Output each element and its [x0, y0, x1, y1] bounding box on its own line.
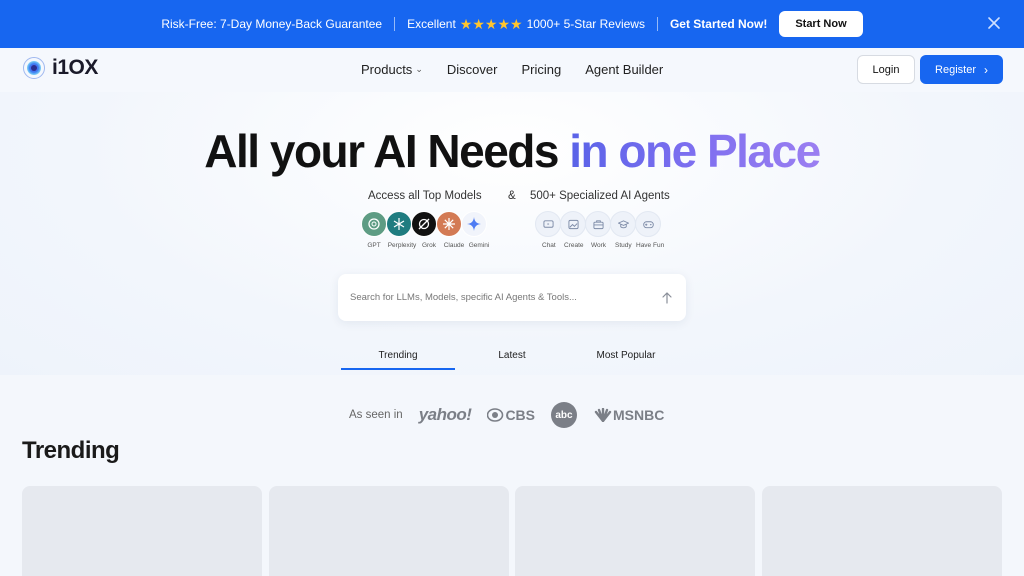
- trending-card[interactable]: [515, 486, 755, 576]
- register-label: Register: [935, 63, 976, 76]
- press-logos: As seen in yahoo! CBS abc MSNBC: [349, 402, 680, 428]
- logo[interactable]: i1OX: [22, 56, 98, 80]
- arrow-up-icon[interactable]: [660, 291, 674, 305]
- msnbc-logo: MSNBC: [593, 407, 664, 423]
- create-icon[interactable]: [560, 211, 586, 237]
- cbs-text: CBS: [505, 407, 535, 423]
- model-label: Grok: [421, 242, 437, 249]
- tab-most-popular[interactable]: Most Popular: [569, 350, 683, 370]
- divider: [394, 17, 396, 31]
- agent-label: Chat: [542, 242, 556, 249]
- search-input[interactable]: Search for LLMs, Models, specific AI Age…: [350, 292, 660, 303]
- guarantee-text: Risk-Free: 7-Day Money-Back Guarantee: [161, 17, 383, 31]
- msnbc-text: MSNBC: [613, 407, 665, 423]
- brand-name: i1OX: [52, 56, 98, 79]
- login-button[interactable]: Login: [857, 55, 915, 84]
- work-icon[interactable]: [585, 211, 611, 237]
- model-label: Gemini: [468, 242, 490, 249]
- abc-logo: abc: [551, 402, 577, 428]
- press-label: As seen in: [349, 409, 403, 421]
- nav-item-discover[interactable]: Discover: [447, 62, 498, 77]
- nav-item-label: Products: [361, 62, 413, 77]
- trending-card[interactable]: [22, 486, 262, 576]
- models-caption: Access all Top Models: [368, 190, 482, 202]
- study-icon[interactable]: [610, 211, 636, 237]
- top-nav: i1OX Products ⌄ Discover Pricing Agent B…: [0, 48, 1024, 92]
- trending-cards: [22, 486, 1008, 576]
- divider: [656, 17, 658, 31]
- register-button[interactable]: Register ›: [920, 55, 1003, 84]
- tab-trending[interactable]: Trending: [341, 350, 455, 370]
- cbs-logo: CBS: [487, 407, 535, 423]
- chevron-down-icon: ⌄: [415, 64, 423, 74]
- reviews-text: 1000+ 5-Star Reviews: [526, 17, 645, 31]
- agent-label: Create: [564, 242, 584, 249]
- peacock-icon: [594, 408, 612, 422]
- search-box[interactable]: Search for LLMs, Models, specific AI Age…: [338, 274, 686, 321]
- agent-label: Work: [591, 242, 607, 249]
- trending-card[interactable]: [268, 486, 509, 576]
- ampersand: &: [508, 190, 516, 202]
- model-icons: [361, 211, 487, 237]
- start-now-button[interactable]: Start Now: [779, 11, 863, 37]
- model-label: GPT: [367, 242, 381, 249]
- nav-item-pricing[interactable]: Pricing: [521, 62, 561, 77]
- excellent-text: Excellent: [407, 17, 456, 31]
- nav-item-products[interactable]: Products ⌄: [361, 62, 423, 77]
- hero-headline: All your AI Needs in one Place: [0, 124, 1024, 178]
- cbs-eye-icon: [487, 408, 504, 422]
- gemini-icon[interactable]: [461, 211, 487, 237]
- agent-label: Study: [615, 242, 632, 249]
- agent-label: Have Fun: [636, 242, 665, 249]
- yahoo-logo: yahoo!: [418, 405, 472, 424]
- claude-icon[interactable]: [436, 211, 462, 237]
- section-title: Trending: [22, 437, 120, 464]
- trending-card[interactable]: [761, 486, 1002, 576]
- model-labels: GPT Perplexity Grok Claude Gemini: [362, 242, 490, 249]
- rating-stars-icon: ★★★★★: [459, 15, 523, 32]
- content-tabs: Trending Latest Most Popular: [341, 350, 683, 370]
- close-icon[interactable]: [986, 15, 1002, 31]
- tab-latest[interactable]: Latest: [455, 350, 569, 370]
- headline-accent: in one Place: [569, 125, 821, 177]
- headline-plain: All your AI Needs: [204, 125, 559, 177]
- agents-caption: 500+ Specialized AI Agents: [530, 190, 670, 202]
- chat-icon[interactable]: [535, 211, 561, 237]
- main-menu: Products ⌄ Discover Pricing Agent Builde…: [361, 62, 687, 77]
- perplexity-icon[interactable]: [386, 211, 412, 237]
- model-label: Claude: [443, 242, 465, 249]
- have-fun-icon[interactable]: [635, 211, 661, 237]
- cta-text: Get Started Now!: [669, 17, 768, 31]
- grok-icon[interactable]: [411, 211, 437, 237]
- chevron-right-icon: ›: [983, 62, 988, 77]
- logo-orb-icon: [23, 57, 45, 79]
- promo-banner: Risk-Free: 7-Day Money-Back Guarantee Ex…: [0, 0, 1024, 48]
- gpt-icon[interactable]: [361, 211, 387, 237]
- nav-item-agent-builder[interactable]: Agent Builder: [585, 62, 663, 77]
- agent-icons: [535, 211, 661, 237]
- model-label: Perplexity: [387, 242, 417, 249]
